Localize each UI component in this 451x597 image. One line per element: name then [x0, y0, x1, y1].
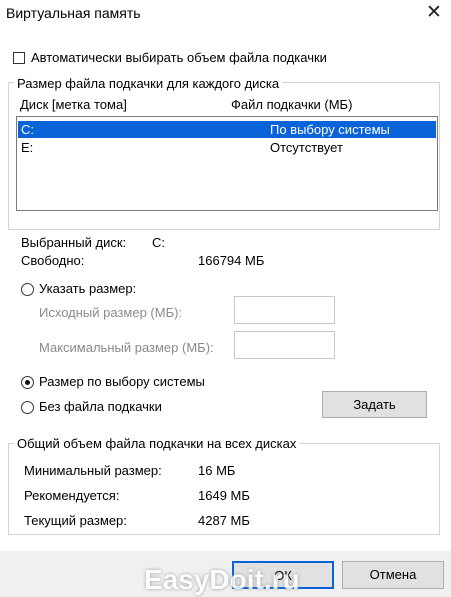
custom-size-label[interactable]: Указать размер:: [39, 281, 136, 296]
selected-disk-value: C:: [152, 235, 165, 250]
custom-size-radio[interactable]: [21, 283, 34, 296]
system-managed-radio[interactable]: [21, 376, 34, 389]
disk-row-c-drive: C:: [21, 122, 34, 137]
column-header-pagefile: Файл подкачки (МБ): [231, 97, 353, 112]
close-icon[interactable]: ✕: [426, 1, 442, 24]
title-bar: Виртуальная память ✕: [0, 0, 451, 30]
no-pagefile-radio[interactable]: [21, 401, 34, 414]
initial-size-label: Исходный размер (МБ):: [39, 305, 183, 320]
min-size-label: Минимальный размер:: [24, 463, 162, 478]
min-size-value: 16 МБ: [198, 463, 236, 478]
selected-disk-label: Выбранный диск:: [21, 235, 127, 250]
free-space-label: Свободно:: [21, 253, 85, 268]
disk-row-e-drive: E:: [21, 140, 34, 155]
disk-row-e-pagefile: Отсутствует: [270, 140, 343, 155]
per-disk-group-legend: Размер файла подкачки для каждого диска: [14, 76, 283, 91]
disk-row-e[interactable]: E: Отсутствует: [18, 139, 436, 156]
set-button[interactable]: Задать: [322, 391, 427, 418]
system-managed-label[interactable]: Размер по выбору системы: [39, 374, 205, 389]
auto-pagefile-label[interactable]: Автоматически выбирать объем файла подка…: [31, 50, 327, 65]
total-group-legend: Общий объем файла подкачки на всех диска…: [14, 436, 300, 451]
max-size-label: Максимальный размер (МБ):: [39, 340, 214, 355]
recommended-label: Рекомендуется:: [24, 488, 120, 503]
current-size-value: 4287 МБ: [198, 513, 250, 528]
disk-row-c[interactable]: C: По выбору системы: [18, 121, 436, 138]
max-size-input[interactable]: [234, 331, 335, 359]
recommended-value: 1649 МБ: [198, 488, 250, 503]
auto-pagefile-checkbox[interactable]: [13, 52, 25, 64]
no-pagefile-label[interactable]: Без файла подкачки: [39, 399, 162, 414]
free-space-value: 166794 МБ: [198, 253, 265, 268]
cancel-button[interactable]: Отмена: [342, 561, 444, 589]
current-size-label: Текущий размер:: [24, 513, 127, 528]
disk-row-c-pagefile: По выбору системы: [270, 122, 390, 137]
initial-size-input[interactable]: [234, 296, 335, 324]
column-header-disk: Диск [метка тома]: [20, 97, 127, 112]
window-title: Виртуальная память: [6, 5, 141, 21]
watermark: EasyDoit.ru: [144, 564, 300, 595]
disk-list[interactable]: C: По выбору системы E: Отсутствует: [16, 116, 438, 211]
